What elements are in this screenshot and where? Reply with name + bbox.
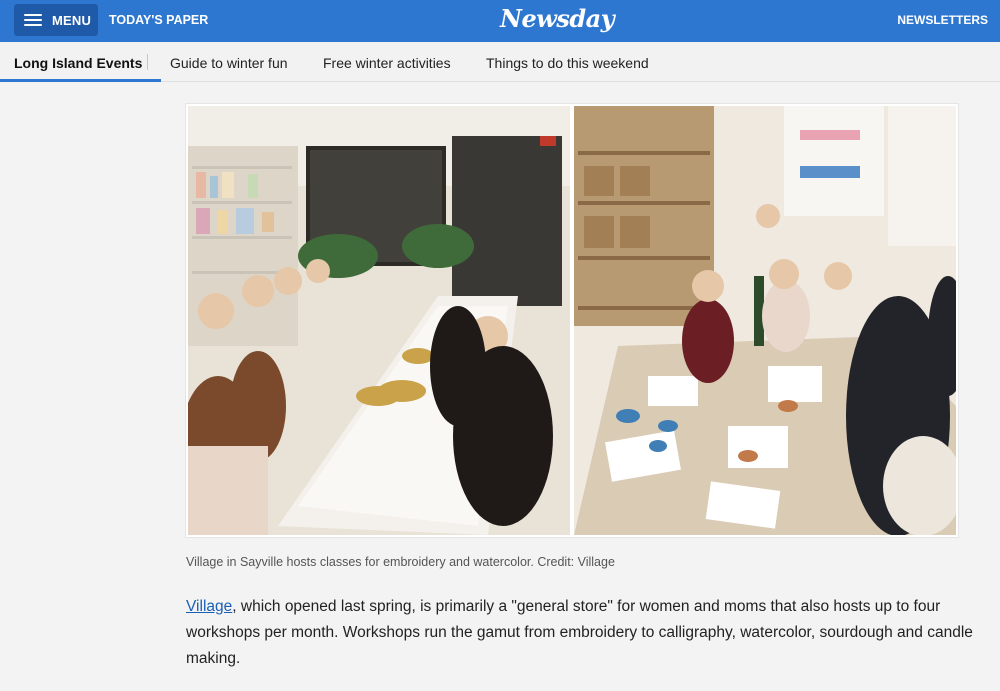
subnav-item-things-to-do-this-weekend[interactable]: Things to do this weekend xyxy=(486,55,649,71)
subnav-divider xyxy=(147,54,148,70)
hamburger-icon xyxy=(24,14,42,26)
section-subnav: Long Island Events Guide to winter fun F… xyxy=(0,42,1000,82)
subnav-item-free-winter-activities[interactable]: Free winter activities xyxy=(323,55,451,71)
article-photo[interactable] xyxy=(186,104,958,537)
subnav-active-indicator xyxy=(0,79,161,82)
menu-label: MENU xyxy=(52,13,92,28)
newsletters-link[interactable]: NEWSLETTERS xyxy=(897,13,988,27)
menu-button[interactable]: MENU xyxy=(14,4,98,36)
workshop-photo-illustration xyxy=(188,106,956,535)
subnav-item-guide-to-winter-fun[interactable]: Guide to winter fun xyxy=(170,55,288,71)
todays-paper-link[interactable]: TODAY'S PAPER xyxy=(109,13,208,27)
village-link[interactable]: Village xyxy=(186,598,232,615)
newsday-logo[interactable]: Newsday xyxy=(500,4,615,33)
subnav-item-long-island-events[interactable]: Long Island Events xyxy=(14,55,142,71)
photo-caption: Village in Sayville hosts classes for em… xyxy=(186,555,615,569)
top-bar: MENU TODAY'S PAPER Newsday NEWSLETTERS xyxy=(0,0,1000,42)
article-paragraph-text: , which opened last spring, is primarily… xyxy=(186,598,973,667)
article-paragraph: Village, which opened last spring, is pr… xyxy=(186,594,976,672)
